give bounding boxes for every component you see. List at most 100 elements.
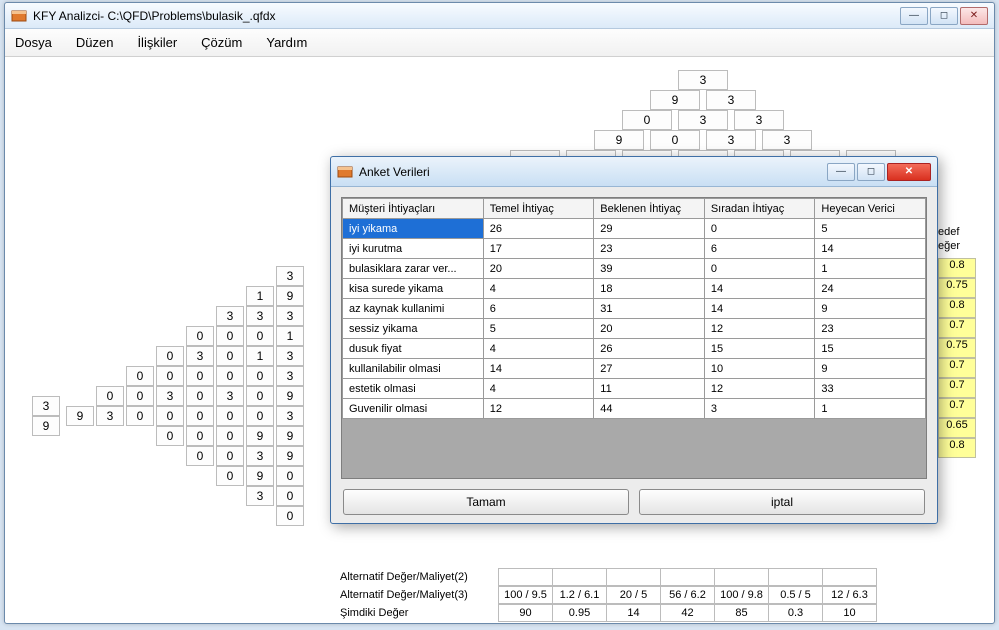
grid-row[interactable]: iyi yikama262905 <box>343 219 926 239</box>
grid-header[interactable]: Müşteri İhtiyaçları <box>343 199 484 219</box>
menu-duzen[interactable]: Düzen <box>76 35 114 50</box>
grid-cell[interactable]: dusuk fiyat <box>343 339 484 359</box>
grid-cell[interactable]: kullanilabilir olmasi <box>343 359 484 379</box>
grid-cell[interactable]: Guvenilir olmasi <box>343 399 484 419</box>
grid-cell[interactable]: iyi kurutma <box>343 239 484 259</box>
grid-cell[interactable]: 15 <box>815 339 926 359</box>
summary-cell <box>606 568 661 586</box>
grid-cell[interactable]: 5 <box>483 319 594 339</box>
roof-left-cell: 1 <box>276 326 304 346</box>
grid-cell[interactable]: 12 <box>704 319 815 339</box>
grid-header[interactable]: Beklenen İhtiyaç <box>594 199 705 219</box>
summary-cell: 85 <box>714 604 769 622</box>
grid-cell[interactable]: 26 <box>483 219 594 239</box>
roof-top-cell: 0 <box>622 110 672 130</box>
grid-cell[interactable]: 39 <box>594 259 705 279</box>
grid-header[interactable]: Temel İhtiyaç <box>483 199 594 219</box>
grid-row[interactable]: sessiz yikama5201223 <box>343 319 926 339</box>
grid-cell[interactable]: 4 <box>483 279 594 299</box>
grid-row[interactable]: estetik olmasi4111233 <box>343 379 926 399</box>
grid-cell[interactable]: 31 <box>594 299 705 319</box>
grid-row[interactable]: bulasiklara zarar ver...203901 <box>343 259 926 279</box>
grid-cell[interactable]: 20 <box>483 259 594 279</box>
grid-cell[interactable]: 3 <box>704 399 815 419</box>
summary-cell: 12 / 6.3 <box>822 586 877 604</box>
grid-cell[interactable]: 9 <box>815 299 926 319</box>
grid-cell[interactable]: 14 <box>704 279 815 299</box>
menu-cozum[interactable]: Çözüm <box>201 35 242 50</box>
grid-row[interactable]: kullanilabilir olmasi1427109 <box>343 359 926 379</box>
dialog-max-button[interactable]: ◻ <box>857 163 885 181</box>
main-close-button[interactable]: ✕ <box>960 7 988 25</box>
dialog-min-button[interactable]: — <box>827 163 855 181</box>
grid-cell[interactable]: 12 <box>483 399 594 419</box>
summary-cell: 1.2 / 6.1 <box>552 586 607 604</box>
grid-cell[interactable]: 5 <box>815 219 926 239</box>
grid-cell[interactable]: 23 <box>594 239 705 259</box>
grid-cell[interactable]: kisa surede yikama <box>343 279 484 299</box>
ok-button[interactable]: Tamam <box>343 489 629 515</box>
grid-cell[interactable]: 12 <box>704 379 815 399</box>
menu-dosya[interactable]: Dosya <box>15 35 52 50</box>
grid-cell[interactable]: 0 <box>704 259 815 279</box>
grid-cell[interactable]: sessiz yikama <box>343 319 484 339</box>
grid-cell[interactable]: 14 <box>704 299 815 319</box>
roof-top-cell: 3 <box>678 110 728 130</box>
summary-cell: 100 / 9.5 <box>498 586 553 604</box>
grid-row[interactable]: dusuk fiyat4261515 <box>343 339 926 359</box>
roof-left-cell: 0 <box>276 486 304 506</box>
grid-cell[interactable]: 14 <box>483 359 594 379</box>
grid-cell[interactable]: 17 <box>483 239 594 259</box>
grid-cell[interactable]: 6 <box>483 299 594 319</box>
roof-left-cell: 3 <box>156 386 184 406</box>
grid-cell[interactable]: 33 <box>815 379 926 399</box>
grid-cell[interactable]: estetik olmasi <box>343 379 484 399</box>
dialog-titlebar[interactable]: Anket Verileri — ◻ ✕ <box>331 157 937 187</box>
grid-cell[interactable]: 6 <box>704 239 815 259</box>
dialog-close-button[interactable]: ✕ <box>887 163 931 181</box>
grid-cell[interactable]: 20 <box>594 319 705 339</box>
grid-cell[interactable]: 1 <box>815 399 926 419</box>
grid-cell[interactable]: 15 <box>704 339 815 359</box>
grid-cell[interactable]: 1 <box>815 259 926 279</box>
grid-cell[interactable]: 24 <box>815 279 926 299</box>
roof-top-cell: 0 <box>650 130 700 150</box>
grid-row[interactable]: iyi kurutma1723614 <box>343 239 926 259</box>
roof-left-cell: 0 <box>216 446 244 466</box>
roof-left-cell: 0 <box>216 366 244 386</box>
grid-cell[interactable]: 4 <box>483 379 594 399</box>
grid-cell[interactable]: 11 <box>594 379 705 399</box>
grid-cell[interactable]: 26 <box>594 339 705 359</box>
grid-cell[interactable]: 14 <box>815 239 926 259</box>
cancel-button[interactable]: iptal <box>639 489 925 515</box>
hedef-deger-cell: 0.7 <box>938 358 976 378</box>
grid-cell[interactable]: iyi yikama <box>343 219 484 239</box>
summary-row-label: Alternatif Değer/Maliyet(2) <box>338 571 498 583</box>
roof-left-cell: 3 <box>186 346 214 366</box>
grid-cell[interactable]: bulasiklara zarar ver... <box>343 259 484 279</box>
grid-cell[interactable]: 23 <box>815 319 926 339</box>
main-max-button[interactable]: ◻ <box>930 7 958 25</box>
grid-cell[interactable]: az kaynak kullanimi <box>343 299 484 319</box>
grid-cell[interactable]: 0 <box>704 219 815 239</box>
roof-left-cell: 3 <box>276 406 304 426</box>
grid-row[interactable]: Guvenilir olmasi124431 <box>343 399 926 419</box>
grid-cell[interactable]: 44 <box>594 399 705 419</box>
grid-cell[interactable]: 27 <box>594 359 705 379</box>
menu-iliskiler[interactable]: İlişkiler <box>137 35 177 50</box>
grid-row[interactable]: az kaynak kullanimi631149 <box>343 299 926 319</box>
grid-cell[interactable]: 9 <box>815 359 926 379</box>
grid-row[interactable]: kisa surede yikama4181424 <box>343 279 926 299</box>
anket-grid[interactable]: Müşteri İhtiyaçlarıTemel İhtiyaçBeklenen… <box>342 198 926 419</box>
roof-left-cell: 0 <box>276 466 304 486</box>
grid-cell[interactable]: 10 <box>704 359 815 379</box>
grid-cell[interactable]: 29 <box>594 219 705 239</box>
grid-header[interactable]: Sıradan İhtiyaç <box>704 199 815 219</box>
grid-header[interactable]: Heyecan Verici <box>815 199 926 219</box>
menu-yardim[interactable]: Yardım <box>266 35 307 50</box>
main-titlebar[interactable]: KFY Analizci- C:\QFD\Problems\bulasik_.q… <box>5 3 994 29</box>
roof-left-cell: 3 <box>216 306 244 326</box>
main-min-button[interactable]: — <box>900 7 928 25</box>
grid-cell[interactable]: 18 <box>594 279 705 299</box>
grid-cell[interactable]: 4 <box>483 339 594 359</box>
